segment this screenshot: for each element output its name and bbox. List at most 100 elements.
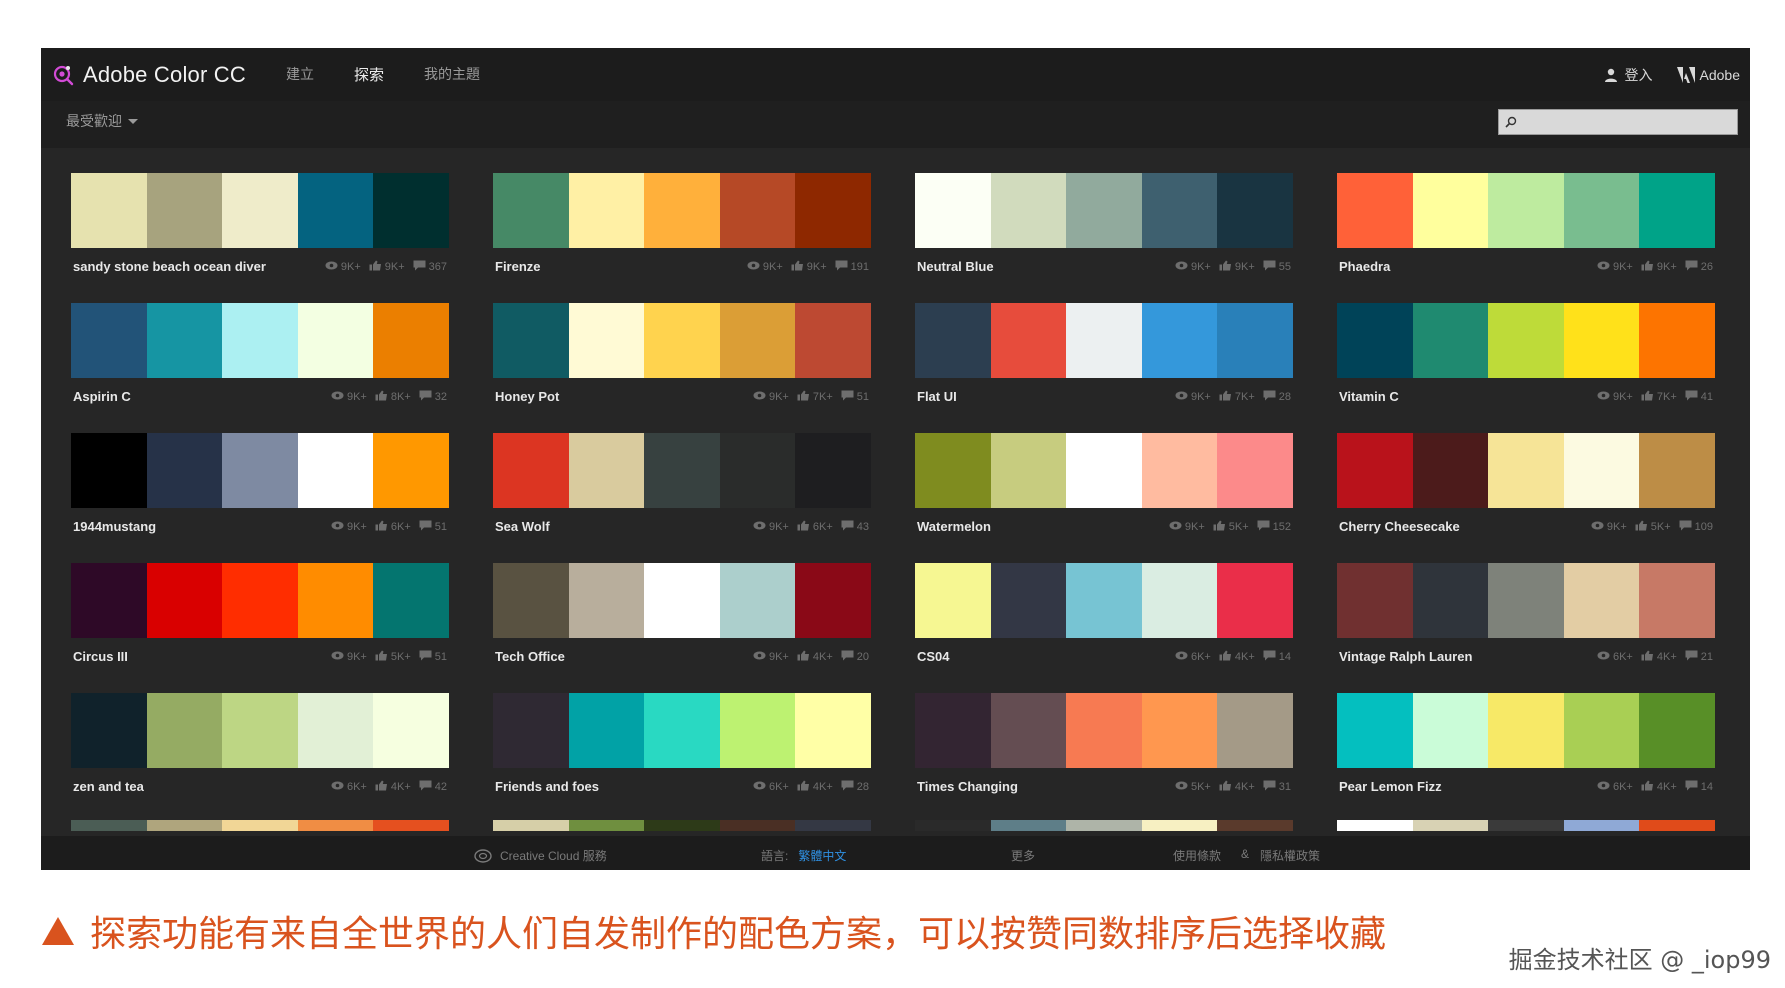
comments-stat[interactable]: 14 [1685, 780, 1713, 794]
theme-title[interactable]: Phaedra [1339, 259, 1390, 274]
theme-card[interactable]: sandy stone beach ocean diver 9K+ 9K+ 367 [71, 173, 449, 285]
theme-card[interactable]: zen and tea 6K+ 4K+ 42 [71, 693, 449, 805]
theme-swatches[interactable] [493, 693, 871, 768]
theme-swatches[interactable] [1337, 693, 1715, 768]
likes-stat[interactable]: 4K+ [375, 780, 411, 794]
theme-title[interactable]: Watermelon [917, 519, 991, 534]
theme-swatches[interactable] [915, 173, 1293, 248]
theme-swatches[interactable] [493, 303, 871, 378]
theme-card[interactable]: Cherry Cheesecake 9K+ 5K+ 109 [1337, 433, 1715, 545]
theme-swatches[interactable] [493, 173, 871, 248]
theme-swatches[interactable] [1337, 433, 1715, 508]
creative-cloud-link[interactable]: Creative Cloud 服務 [474, 847, 607, 864]
nav-my-themes[interactable]: 我的主題 [424, 64, 480, 85]
search-box[interactable] [1498, 109, 1738, 135]
theme-title[interactable]: Tech Office [495, 649, 565, 664]
theme-title[interactable]: zen and tea [73, 779, 144, 794]
likes-stat[interactable]: 4K+ [797, 650, 833, 664]
theme-title[interactable]: 1944mustang [73, 519, 156, 534]
theme-card-partial[interactable] [915, 820, 1293, 831]
theme-card[interactable]: Firenze 9K+ 9K+ 191 [493, 173, 871, 285]
likes-stat[interactable]: 7K+ [797, 390, 833, 404]
comments-stat[interactable]: 20 [841, 650, 869, 664]
theme-card[interactable]: Friends and foes 6K+ 4K+ 28 [493, 693, 871, 805]
likes-stat[interactable]: 9K+ [1219, 260, 1255, 274]
likes-stat[interactable]: 4K+ [1641, 650, 1677, 664]
theme-swatches[interactable] [1337, 563, 1715, 638]
likes-stat[interactable]: 9K+ [1641, 260, 1677, 274]
theme-card-partial[interactable] [493, 820, 871, 831]
theme-card[interactable]: 1944mustang 9K+ 6K+ 51 [71, 433, 449, 545]
likes-stat[interactable]: 5K+ [1635, 520, 1671, 534]
comments-stat[interactable]: 51 [841, 390, 869, 404]
theme-card[interactable]: Vitamin C 9K+ 7K+ 41 [1337, 303, 1715, 415]
theme-title[interactable]: Aspirin C [73, 389, 131, 404]
comments-stat[interactable]: 31 [1263, 780, 1291, 794]
comments-stat[interactable]: 51 [419, 650, 447, 664]
theme-swatches[interactable] [1337, 173, 1715, 248]
theme-title[interactable]: Circus III [73, 649, 128, 664]
theme-swatches[interactable] [71, 433, 449, 508]
theme-card[interactable]: Circus III 9K+ 5K+ 51 [71, 563, 449, 675]
theme-title[interactable]: Pear Lemon Fizz [1339, 779, 1442, 794]
comments-stat[interactable]: 41 [1685, 390, 1713, 404]
theme-card[interactable]: Honey Pot 9K+ 7K+ 51 [493, 303, 871, 415]
comments-stat[interactable]: 55 [1263, 260, 1291, 274]
theme-title[interactable]: Friends and foes [495, 779, 599, 794]
theme-card[interactable]: Watermelon 9K+ 5K+ 152 [915, 433, 1293, 545]
likes-stat[interactable]: 4K+ [1219, 650, 1255, 664]
comments-stat[interactable]: 26 [1685, 260, 1713, 274]
comments-stat[interactable]: 367 [413, 260, 447, 274]
theme-card-partial[interactable] [1337, 820, 1715, 831]
likes-stat[interactable]: 6K+ [797, 520, 833, 534]
login-button[interactable]: 登入 [1603, 65, 1653, 85]
theme-title[interactable]: Vintage Ralph Lauren [1339, 649, 1472, 664]
sort-dropdown[interactable]: 最受歡迎 [66, 111, 138, 131]
nav-explore[interactable]: 探索 [354, 64, 384, 85]
comments-stat[interactable]: 109 [1679, 520, 1713, 534]
comments-stat[interactable]: 191 [835, 260, 869, 274]
theme-title[interactable]: Cherry Cheesecake [1339, 519, 1460, 534]
theme-title[interactable]: sandy stone beach ocean diver [73, 259, 266, 274]
theme-swatches[interactable] [915, 433, 1293, 508]
comments-stat[interactable]: 28 [1263, 390, 1291, 404]
theme-card[interactable]: Vintage Ralph Lauren 6K+ 4K+ 21 [1337, 563, 1715, 675]
theme-card[interactable]: Neutral Blue 9K+ 9K+ 55 [915, 173, 1293, 285]
adobe-link[interactable]: Adobe [1676, 66, 1740, 83]
theme-swatches[interactable] [493, 433, 871, 508]
theme-title[interactable]: Firenze [495, 259, 541, 274]
likes-stat[interactable]: 9K+ [791, 260, 827, 274]
theme-card[interactable]: Flat UI 9K+ 7K+ 28 [915, 303, 1293, 415]
likes-stat[interactable]: 8K+ [375, 390, 411, 404]
theme-title[interactable]: Vitamin C [1339, 389, 1399, 404]
theme-swatches[interactable] [71, 563, 449, 638]
comments-stat[interactable]: 28 [841, 780, 869, 794]
theme-card[interactable]: Sea Wolf 9K+ 6K+ 43 [493, 433, 871, 545]
theme-swatches[interactable] [71, 173, 449, 248]
comments-stat[interactable]: 43 [841, 520, 869, 534]
theme-title[interactable]: CS04 [917, 649, 950, 664]
likes-stat[interactable]: 5K+ [375, 650, 411, 664]
comments-stat[interactable]: 152 [1257, 520, 1291, 534]
theme-title[interactable]: Flat UI [917, 389, 957, 404]
theme-swatches[interactable] [915, 303, 1293, 378]
theme-swatches[interactable] [71, 303, 449, 378]
likes-stat[interactable]: 6K+ [375, 520, 411, 534]
likes-stat[interactable]: 4K+ [1641, 780, 1677, 794]
theme-card-partial[interactable] [71, 820, 449, 831]
terms-link[interactable]: 使用條款 [1173, 847, 1221, 864]
comments-stat[interactable]: 42 [419, 780, 447, 794]
language-value-link[interactable]: 繁體中文 [798, 849, 846, 863]
search-input[interactable] [1521, 110, 1735, 134]
theme-card[interactable]: Pear Lemon Fizz 6K+ 4K+ 14 [1337, 693, 1715, 805]
comments-stat[interactable]: 21 [1685, 650, 1713, 664]
nav-create[interactable]: 建立 [286, 64, 314, 85]
comments-stat[interactable]: 32 [419, 390, 447, 404]
privacy-link[interactable]: 隱私權政策 [1260, 847, 1320, 864]
theme-title[interactable]: Sea Wolf [495, 519, 550, 534]
theme-title[interactable]: Neutral Blue [917, 259, 994, 274]
likes-stat[interactable]: 4K+ [797, 780, 833, 794]
theme-swatches[interactable] [1337, 303, 1715, 378]
likes-stat[interactable]: 5K+ [1213, 520, 1249, 534]
theme-swatches[interactable] [915, 563, 1293, 638]
